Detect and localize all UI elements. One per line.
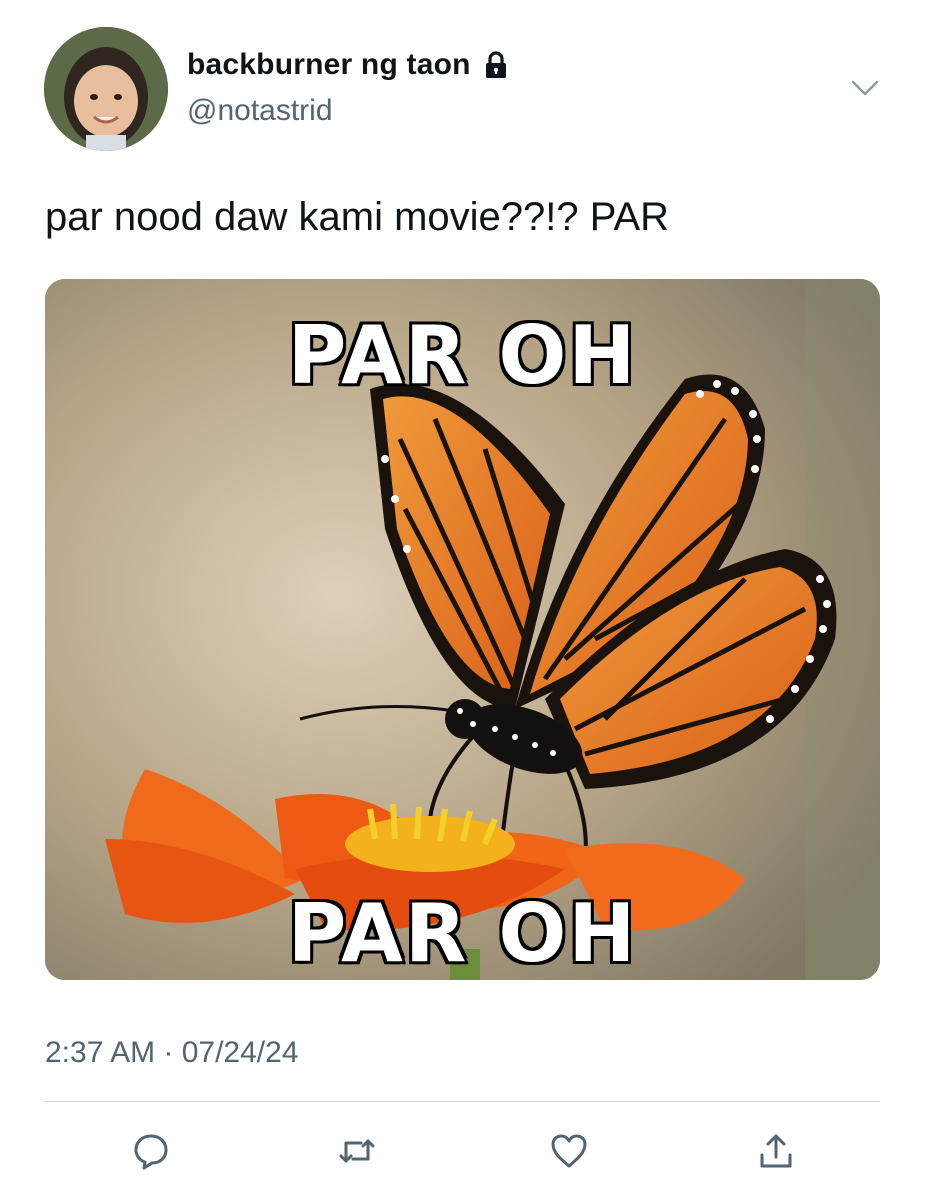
like-button[interactable]: [546, 1128, 592, 1174]
share-button[interactable]: [753, 1128, 799, 1174]
lock-icon: [481, 50, 511, 80]
heart-icon: [551, 1134, 587, 1168]
reply-button[interactable]: [128, 1128, 174, 1174]
avatar[interactable]: [44, 27, 168, 151]
retweet-button[interactable]: [334, 1128, 380, 1174]
display-name-row[interactable]: backburner ng taon: [187, 48, 511, 82]
share-icon: [760, 1134, 792, 1168]
meme-caption-bottom: PAR OH: [285, 885, 638, 981]
display-name[interactable]: backburner ng taon: [187, 48, 471, 82]
tweet-timestamp[interactable]: 2:37 AM · 07/24/24: [45, 1036, 299, 1070]
meme-caption-top: PAR OH: [285, 307, 638, 405]
divider: [45, 1101, 880, 1102]
reply-icon: [134, 1134, 168, 1170]
tweet-text: par nood daw kami movie??!? PAR: [45, 195, 670, 239]
retweet-icon: [339, 1139, 375, 1163]
chevron-down-icon[interactable]: [849, 74, 881, 102]
tweet-image[interactable]: PAR OH PAR OH: [45, 279, 880, 980]
user-handle[interactable]: @notastrid: [187, 94, 333, 128]
